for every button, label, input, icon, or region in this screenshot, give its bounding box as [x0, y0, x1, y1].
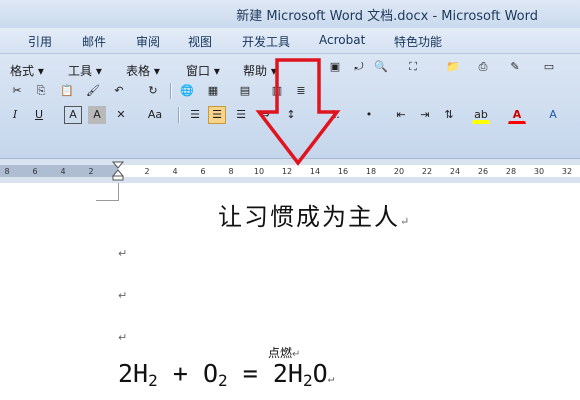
- ruler-tick: 10: [253, 167, 265, 176]
- ruler-tick: 14: [309, 167, 321, 176]
- columns-icon[interactable]: ▥: [268, 82, 286, 100]
- margin-corner-mark: [96, 200, 119, 201]
- menu-view[interactable]: 视图: [188, 33, 212, 50]
- char-shading-button[interactable]: A: [88, 106, 106, 124]
- ruler-tick: 30: [533, 167, 545, 176]
- paragraph-mark: ↵: [118, 289, 128, 302]
- menu-features[interactable]: 特色功能: [394, 33, 442, 50]
- redo-icon[interactable]: ↻: [144, 82, 162, 100]
- cut-icon[interactable]: ✂: [8, 82, 26, 100]
- char-scale-button[interactable]: Aa: [142, 106, 168, 124]
- align-center-icon[interactable]: ☰: [208, 106, 226, 124]
- ruler-tick: 20: [393, 167, 405, 176]
- menu-references[interactable]: 引用: [28, 33, 52, 50]
- text-direction-icon[interactable]: ≣: [292, 82, 310, 100]
- toolbar-divider: [170, 83, 172, 99]
- chemical-equation: 2H2 + O2 = 2H2O↵: [118, 359, 335, 390]
- ruler-tick: 24: [449, 167, 461, 176]
- undo-icon[interactable]: ↶: [110, 82, 128, 100]
- insert-field-icon[interactable]: ▭: [540, 58, 558, 76]
- line-spacing-icon[interactable]: ↕: [282, 106, 300, 124]
- toolbar-area: 格式 ▾ 工具 ▾ 表格 ▾ 窗口 ▾ 帮助 ▾ ▣ ⤾ 🔍 ⛶ 📁 ⎙ ✎ ▭…: [0, 54, 580, 158]
- insert-table-icon[interactable]: ▤: [236, 82, 254, 100]
- menu-mailings[interactable]: 邮件: [82, 33, 106, 50]
- menu-help[interactable]: 帮助 ▾: [243, 62, 277, 79]
- char-spacing-icon[interactable]: ✕: [112, 106, 130, 124]
- menu-bar: 引用 邮件 审阅 视图 开发工具 Acrobat 特色功能: [0, 28, 580, 54]
- format-painter-icon[interactable]: ⤾: [350, 58, 368, 76]
- menu-format[interactable]: 格式 ▾: [10, 62, 44, 79]
- format-brush-icon[interactable]: 🖌: [84, 82, 102, 100]
- ruler-tick: 16: [337, 167, 349, 176]
- zoom-icon[interactable]: 🔍: [372, 58, 390, 76]
- indent-marker[interactable]: [112, 161, 124, 181]
- ruler-tick: 32: [561, 167, 573, 176]
- highlight-icon[interactable]: ab: [472, 106, 490, 124]
- align-left-icon[interactable]: ☰: [186, 106, 204, 124]
- ruler-tick: 6: [200, 167, 206, 176]
- increase-indent-icon[interactable]: ⇥: [416, 106, 434, 124]
- ruler-tick: 18: [365, 167, 377, 176]
- char-border-button[interactable]: A: [64, 106, 82, 124]
- ruler-tick: 8: [228, 167, 234, 176]
- full-screen-icon[interactable]: ⛶: [404, 58, 422, 76]
- ruler-tick: 4: [60, 167, 66, 176]
- toolbar-divider: [178, 107, 180, 123]
- open-folder-icon[interactable]: 📁: [444, 58, 462, 76]
- toolbar-row-standard: ✂ ⎘ 📋 🖌 ↶ ↻ 🌐 ▦ ▤ ▥ ≣: [0, 80, 580, 104]
- underline-button[interactable]: U: [30, 106, 48, 124]
- ruler-tick: 4: [172, 167, 178, 176]
- menu-tools[interactable]: 工具 ▾: [68, 62, 102, 79]
- ruler-tick: 8: [4, 167, 10, 176]
- toolbar-row-menus: 格式 ▾ 工具 ▾ 表格 ▾ 窗口 ▾ 帮助 ▾ ▣ ⤾ 🔍 ⛶ 📁 ⎙ ✎ ▭: [0, 56, 580, 80]
- numbering-icon[interactable]: ⒈: [326, 106, 344, 124]
- ruler-tick: 2: [88, 167, 94, 176]
- paste-icon[interactable]: 📋: [58, 82, 76, 100]
- toolbar-row-formatting: I U A A ✕ Aa ☰ ☰ ☰ ⇔ ↕ ⒈ • ⇤ ⇥ ⇅ ab A A: [0, 104, 580, 128]
- menu-table[interactable]: 表格 ▾: [126, 62, 160, 79]
- sort-icon[interactable]: ⇅: [440, 106, 458, 124]
- title-bar: 新建 Microsoft Word 文档.docx - Microsoft Wo…: [0, 0, 580, 28]
- insert-text-icon[interactable]: ▣: [326, 58, 344, 76]
- menu-window[interactable]: 窗口 ▾: [186, 62, 220, 79]
- paragraph-mark: ↵: [118, 331, 128, 344]
- ruler-tick: 2: [144, 167, 150, 176]
- window-title: 新建 Microsoft Word 文档.docx - Microsoft Wo…: [236, 9, 538, 24]
- menu-developer[interactable]: 开发工具: [242, 33, 290, 50]
- paragraph-mark: ↵: [118, 247, 128, 260]
- ruler-tick: 26: [477, 167, 489, 176]
- horizontal-ruler: 8 6 4 2 2 4 6 8 10 12 14 16 18 20 22 24 …: [0, 158, 580, 184]
- menu-acrobat[interactable]: Acrobat: [319, 33, 365, 47]
- bullets-icon[interactable]: •: [360, 106, 378, 124]
- hyperlink-icon[interactable]: 🌐: [178, 82, 196, 100]
- italic-button[interactable]: I: [6, 106, 24, 124]
- copy-icon[interactable]: ⎘: [32, 82, 50, 100]
- margin-corner-mark: [118, 183, 119, 200]
- ruler-tick: 28: [505, 167, 517, 176]
- align-right-icon[interactable]: ☰: [232, 106, 250, 124]
- justify-icon[interactable]: ⇔: [256, 106, 274, 124]
- document-page[interactable]: 让习惯成为主人↵ ↵ ↵ ↵ 点燃↵ 2H2 + O2 = 2H2O↵: [0, 183, 580, 400]
- ruler-tick: 12: [281, 167, 293, 176]
- print-icon[interactable]: ⎙: [474, 58, 492, 76]
- font-color-icon[interactable]: A: [508, 106, 526, 124]
- ruler-tick: 22: [421, 167, 433, 176]
- edit-icon[interactable]: ✎: [506, 58, 524, 76]
- ruler-tick: 6: [32, 167, 38, 176]
- text-effects-icon[interactable]: A: [544, 106, 562, 124]
- menu-review[interactable]: 审阅: [136, 33, 160, 50]
- decrease-indent-icon[interactable]: ⇤: [392, 106, 410, 124]
- table-borders-icon[interactable]: ▦: [204, 82, 222, 100]
- document-heading: 让习惯成为主人↵: [218, 203, 410, 231]
